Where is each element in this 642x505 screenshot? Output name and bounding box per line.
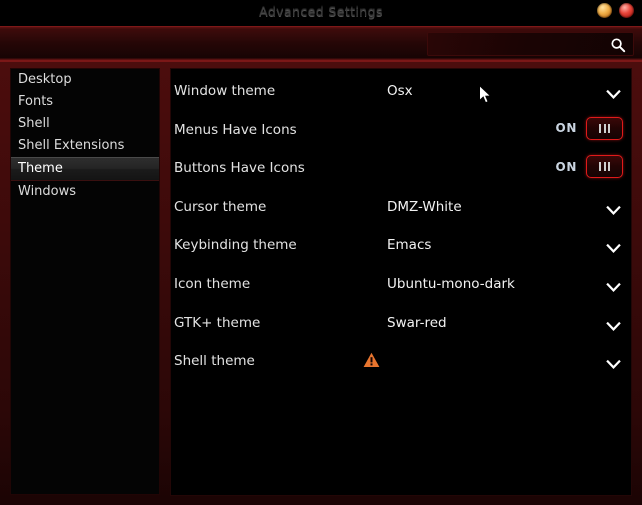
setting-row: Icon theme Ubuntu-mono-dark: [171, 266, 631, 304]
chevron-down-icon[interactable]: [606, 239, 621, 254]
setting-row: GTK+ theme Swar-red: [171, 305, 631, 343]
toolbar: [0, 26, 642, 62]
sidebar-item-label: Fonts: [18, 94, 54, 109]
search-icon[interactable]: [610, 37, 626, 53]
toggle-state-label: ON: [555, 121, 577, 136]
sidebar-item-label: Shell: [18, 116, 50, 131]
chevron-down-icon[interactable]: [606, 278, 621, 292]
sidebar-item-desktop[interactable]: Desktop: [11, 69, 159, 91]
toggle-switch[interactable]: ON: [555, 116, 623, 140]
sidebar-item-theme[interactable]: Theme: [11, 157, 159, 181]
category-sidebar: Desktop Fonts Shell Shell Extensions Theme Wi…: [10, 68, 160, 495]
toggle-switch-handle[interactable]: [586, 116, 623, 140]
settings-panel: Window theme Osx Menus Have Icons ON Buttons…: [170, 68, 632, 496]
setting-row: Keybinding theme Emacs: [171, 227, 631, 265]
setting-value[interactable]: Emacs: [387, 237, 431, 253]
setting-row: Buttons Have Icons ON: [171, 150, 631, 188]
sidebar-item-label: Shell Extensions: [18, 138, 125, 153]
toggle-grip-line: [608, 162, 610, 172]
setting-value[interactable]: Swar-red: [387, 315, 447, 331]
toggle-state-label: ON: [555, 159, 577, 174]
setting-row: Cursor theme DMZ-White: [171, 189, 631, 227]
setting-row: Window theme Osx: [171, 73, 631, 111]
setting-label: Shell theme: [174, 353, 255, 370]
close-button[interactable]: [619, 3, 634, 18]
setting-value[interactable]: DMZ-White: [387, 199, 462, 215]
setting-label: Cursor theme: [174, 198, 267, 215]
toggle-switch[interactable]: ON: [555, 155, 623, 179]
setting-label: Menus Have Icons: [174, 121, 297, 138]
window-controls: [597, 3, 634, 18]
setting-value[interactable]: Ubuntu-mono-dark: [387, 276, 515, 292]
toggle-switch-handle[interactable]: [586, 155, 623, 179]
window-title: Advanced Settings: [259, 4, 383, 19]
chevron-down-icon[interactable]: [606, 85, 621, 99]
setting-label: GTK+ theme: [174, 314, 261, 331]
sidebar-item-shell[interactable]: Shell: [11, 113, 159, 135]
sidebar-item-shell-extensions[interactable]: Shell Extensions: [11, 135, 159, 157]
toggle-grip-line: [608, 123, 610, 133]
setting-label: Window theme: [174, 83, 276, 99]
sidebar-item-label: Theme: [18, 161, 63, 176]
setting-label: Buttons Have Icons: [174, 160, 305, 177]
setting-label: Icon theme: [174, 276, 251, 292]
setting-label: Keybinding theme: [174, 237, 297, 254]
application-window: Advanced Settings Desktop Fonts Shell Shell…: [0, 0, 642, 505]
toggle-grip-line: [603, 123, 606, 133]
toggle-grip-line: [599, 123, 601, 133]
toggle-grip-line: [599, 162, 601, 172]
chevron-down-icon[interactable]: [606, 355, 621, 370]
search-input[interactable]: [427, 32, 634, 56]
chevron-down-icon[interactable]: [606, 201, 621, 215]
warning-triangle-icon: [363, 352, 380, 368]
sidebar-item-label: Windows: [18, 184, 77, 199]
minimize-button[interactable]: [597, 3, 612, 18]
toggle-grip-line: [603, 162, 606, 172]
content-area: Desktop Fonts Shell Shell Extensions Theme Wi…: [0, 62, 642, 505]
setting-value[interactable]: Osx: [387, 83, 413, 99]
setting-row: Shell theme: [171, 343, 631, 381]
title-bar: Advanced Settings: [0, 0, 642, 26]
sidebar-item-label: Desktop: [18, 72, 72, 87]
chevron-down-icon[interactable]: [606, 317, 621, 331]
setting-row: Menus Have Icons ON: [171, 112, 631, 150]
sidebar-item-windows[interactable]: Windows: [11, 181, 159, 203]
sidebar-item-fonts[interactable]: Fonts: [11, 91, 159, 113]
